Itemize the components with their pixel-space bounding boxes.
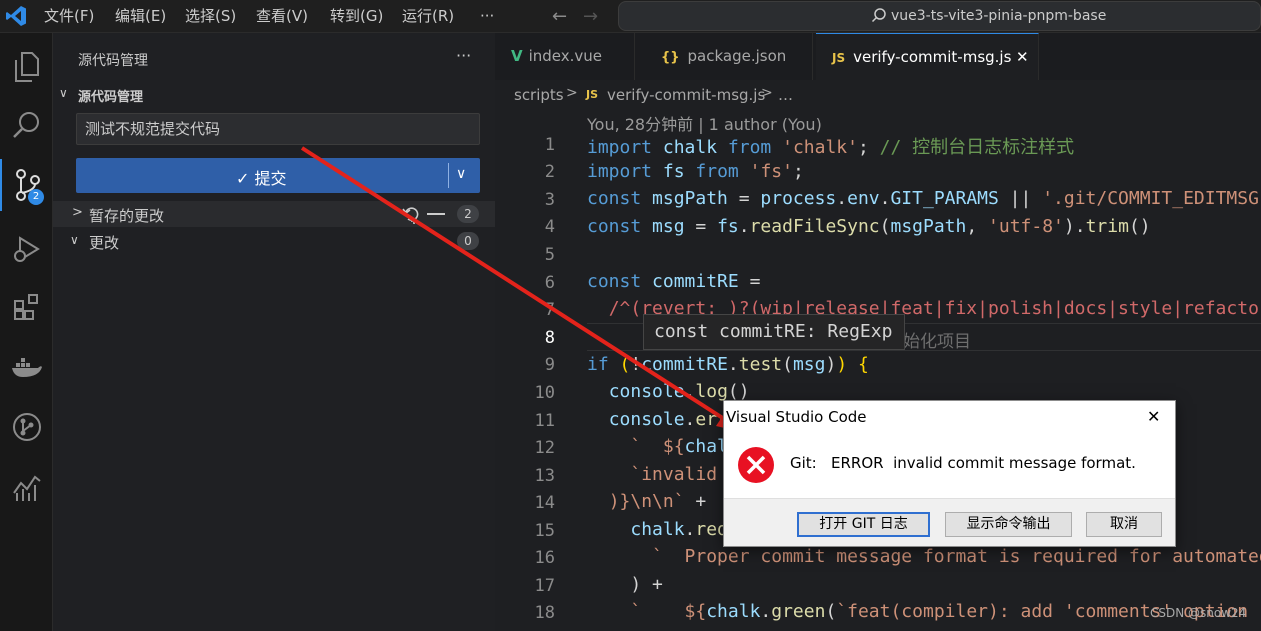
error-icon <box>737 446 775 488</box>
dialog-message: ERROR invalid commit message format. <box>831 454 1136 472</box>
cancel-button[interactable]: 取消 <box>1086 512 1162 537</box>
dialog-label: Git: <box>790 454 817 472</box>
open-git-log-button[interactable]: 打开 GIT 日志 <box>797 512 930 537</box>
dialog-close-icon[interactable]: ✕ <box>1147 407 1160 426</box>
watermark: CSDN @snow24 <box>1150 606 1247 620</box>
git-error-dialog: Visual Studio Code ✕ Git: ERROR invalid … <box>723 400 1176 547</box>
dialog-title: Visual Studio Code <box>726 408 867 426</box>
show-command-output-button[interactable]: 显示命令输出 <box>945 512 1072 537</box>
dialog-button-bar: 打开 GIT 日志 显示命令输出 取消 <box>724 498 1175 546</box>
